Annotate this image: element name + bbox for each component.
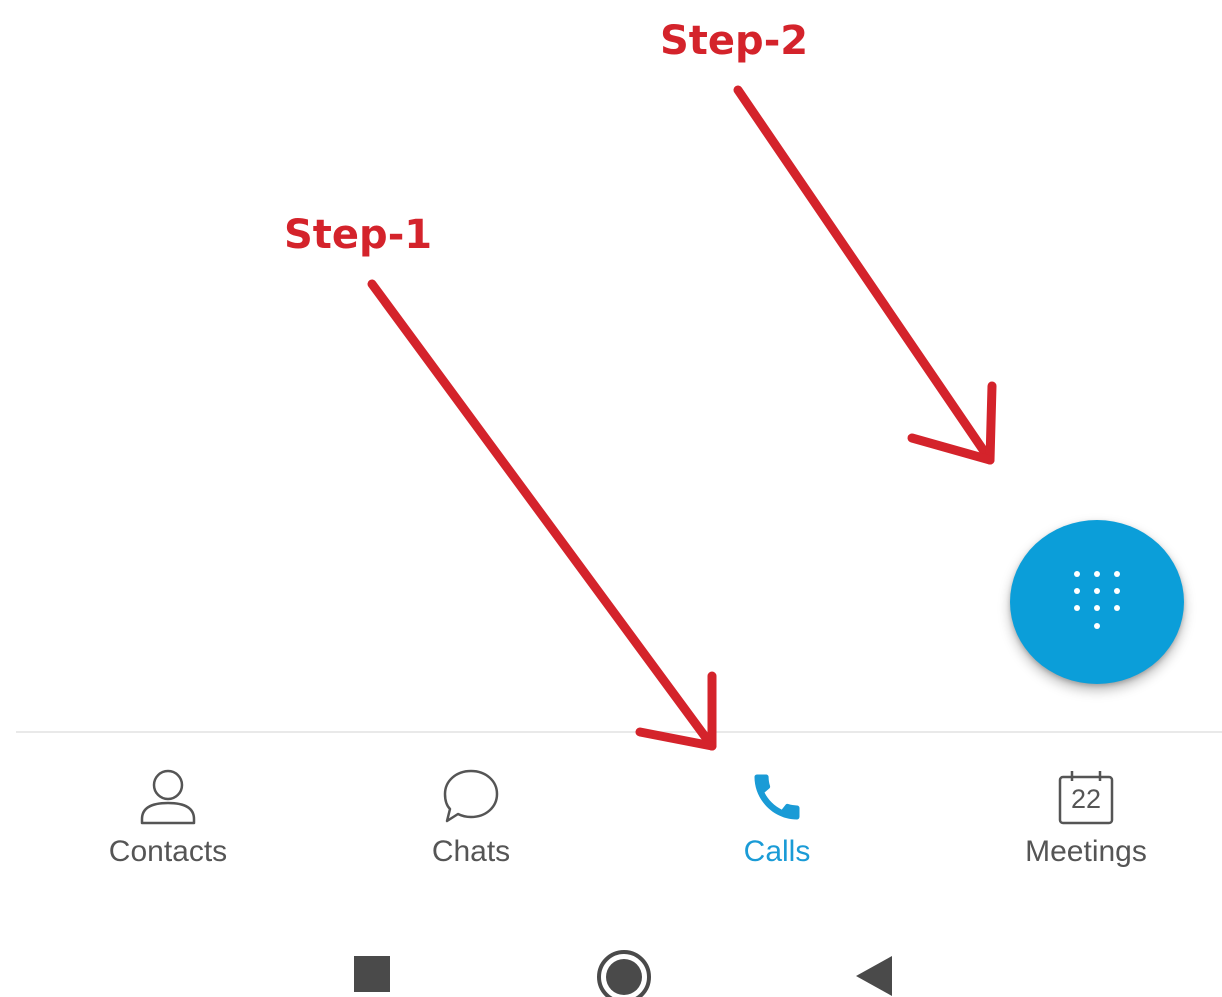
- step-2-arrow: [733, 85, 995, 465]
- phone-icon: [745, 767, 809, 827]
- tab-contacts-label: Contacts: [108, 835, 228, 868]
- recents-icon[interactable]: [354, 956, 390, 992]
- person-icon: [136, 767, 200, 827]
- dialpad-icon: [1072, 569, 1122, 635]
- step-1-label: Step-1: [284, 212, 433, 258]
- back-icon[interactable]: [854, 954, 894, 997]
- tab-calls-label: Calls: [743, 835, 811, 868]
- tab-contacts[interactable]: Contacts: [88, 733, 248, 909]
- calendar-icon: 22: [1054, 767, 1118, 827]
- tab-calls[interactable]: Calls: [702, 733, 852, 909]
- tab-meetings-label: Meetings: [1025, 835, 1147, 868]
- app-screen: Step-2 Step-1 Contacts Chats Calls 22 Me…: [0, 0, 1222, 997]
- chat-bubble-icon: [439, 767, 503, 827]
- tab-chats[interactable]: Chats: [396, 733, 546, 909]
- step-1-arrow: [367, 279, 717, 751]
- tab-meetings[interactable]: 22 Meetings: [1006, 733, 1166, 909]
- system-navigation-bar: [0, 909, 1222, 997]
- bottom-tab-bar: Contacts Chats Calls 22 Meetings: [16, 731, 1222, 911]
- dialpad-fab-button[interactable]: [1010, 520, 1184, 684]
- tab-chats-label: Chats: [431, 835, 511, 868]
- home-icon[interactable]: [596, 949, 652, 997]
- calendar-day-number: 22: [1070, 784, 1102, 814]
- step-2-label: Step-2: [660, 18, 809, 64]
